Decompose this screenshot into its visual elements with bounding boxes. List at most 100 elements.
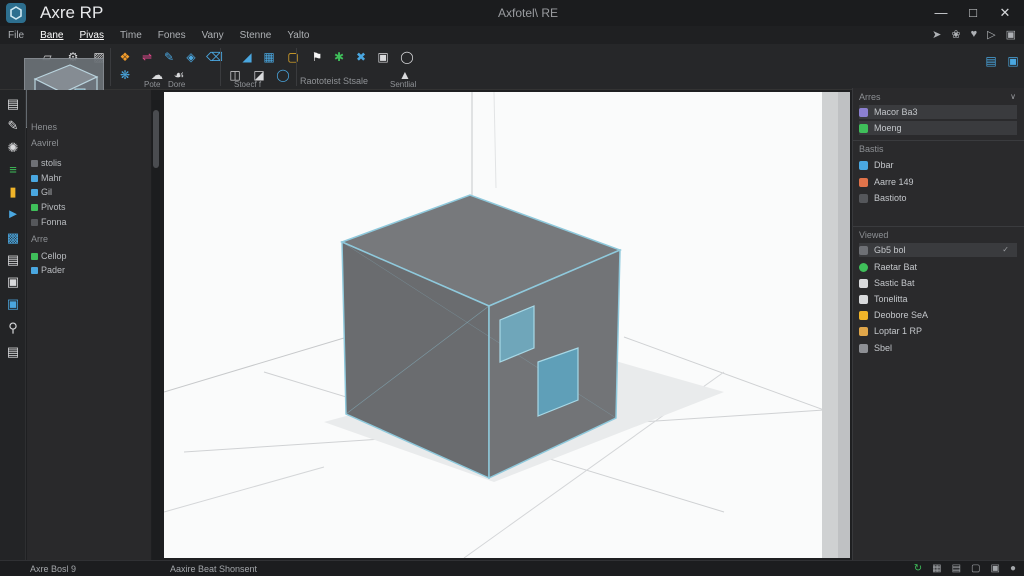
zoom-icon[interactable]: ▢ <box>971 563 980 574</box>
text-icon[interactable]: ⌫ <box>206 50 223 64</box>
grid-icon[interactable]: ▦ <box>932 563 941 574</box>
right-item-label: Raetar Bat <box>874 262 918 272</box>
monitor-icon[interactable]: ▣ <box>5 296 21 312</box>
menu-right-tools: ➤ ❀ ♥ ▷ ▣ <box>932 28 1016 41</box>
layers-icon[interactable]: ≡ <box>5 162 21 178</box>
widget-icon[interactable]: ▮ <box>5 184 21 200</box>
right-item-raetar[interactable]: Raetar Bat <box>859 260 1017 274</box>
right-item-sbel[interactable]: Sbel <box>859 341 1017 355</box>
gear-icon[interactable]: ✱ <box>332 50 346 64</box>
menu-time[interactable]: Time <box>112 30 150 41</box>
toolbar-right-icon-1[interactable]: ▤ <box>984 54 998 68</box>
right-item-moeng[interactable]: Moeng <box>859 121 1017 135</box>
snap-icon[interactable]: ▤ <box>952 563 961 574</box>
right-item-tonelitta[interactable]: Tonelitta <box>859 292 1017 306</box>
left-item-stolis[interactable]: stolis <box>31 158 62 168</box>
toolbar-separator <box>220 48 221 86</box>
library-rail-icon[interactable]: ▤ <box>5 344 21 360</box>
sparkle-icon[interactable]: ❋ <box>118 68 132 82</box>
close-shape-icon[interactable]: ✖ <box>354 50 368 64</box>
image-icon[interactable]: ▦ <box>262 50 276 64</box>
right-item-sastic[interactable]: Sastic Bat <box>859 276 1017 290</box>
toolbar-right-icon-2[interactable]: ▣ <box>1006 54 1020 68</box>
check-icon: ✓ <box>1002 245 1009 254</box>
right-item-macor[interactable]: Macor Ba3 <box>859 105 1017 119</box>
divider <box>853 140 1024 141</box>
shape-icon[interactable]: ◈ <box>184 50 198 64</box>
right-heading-bastis: Bastis <box>859 144 884 154</box>
left-item-label: Gil <box>41 187 52 197</box>
right-item-label: Tonelitta <box>874 294 908 304</box>
left-item-pivots[interactable]: Pivots <box>31 202 66 212</box>
badge-icon[interactable]: ◯ <box>276 68 290 82</box>
menu-pivas[interactable]: Pivas <box>71 30 111 41</box>
interaction-icon[interactable]: ► <box>5 206 21 222</box>
minimize-icon[interactable]: — <box>932 4 950 22</box>
panel-icon[interactable]: ▤ <box>5 252 21 268</box>
help-icon[interactable]: ● <box>1010 563 1016 574</box>
settings-icon[interactable]: ❀ <box>951 28 960 41</box>
left-item-mahr[interactable]: Mahr <box>31 173 62 183</box>
left-item-gil[interactable]: Gil <box>31 187 52 197</box>
right-item-gb5[interactable]: Gb5 bol ✓ <box>859 243 1017 257</box>
sync-icon[interactable]: ↻ <box>914 563 922 574</box>
right-item-dbar[interactable]: Dbar <box>859 158 1017 172</box>
divider <box>853 226 1024 227</box>
right-item-label: Sbel <box>874 343 893 353</box>
left-item-pader[interactable]: Pader <box>31 265 65 275</box>
right-item-aarre[interactable]: Aarre 149 <box>859 175 1017 189</box>
design-canvas[interactable] <box>164 92 822 558</box>
close-icon[interactable]: ✕ <box>996 4 1014 22</box>
item-swatch <box>859 343 868 353</box>
item-swatch <box>859 278 868 288</box>
search-icon[interactable]: ⚲ <box>5 320 21 336</box>
notification-icon[interactable]: ▣ <box>991 563 1000 574</box>
master-icon[interactable]: ▣ <box>5 274 21 290</box>
scrollbar-thumb[interactable] <box>153 110 159 168</box>
item-swatch <box>859 193 868 203</box>
edit-icon[interactable]: ✎ <box>5 118 21 134</box>
item-icon <box>31 159 38 167</box>
menu-vany[interactable]: Vany <box>194 30 232 41</box>
chart-icon[interactable]: ▩ <box>5 230 21 246</box>
left-item-fonna[interactable]: Fonna <box>31 217 67 227</box>
item-swatch <box>859 107 868 117</box>
right-heading-viewed: Viewed <box>859 230 889 240</box>
menu-stenne[interactable]: Stenne <box>232 30 280 41</box>
menu-file[interactable]: File <box>0 30 32 41</box>
right-item-deobore[interactable]: Deobore SeA <box>859 308 1017 322</box>
menu-bane[interactable]: Bane <box>32 30 71 41</box>
comment-icon[interactable]: ◯ <box>400 50 414 64</box>
heart-icon[interactable]: ♥ <box>971 28 978 41</box>
pen-icon[interactable]: ✎ <box>162 50 176 64</box>
link-icon[interactable]: ⇌ <box>140 50 154 64</box>
share-icon[interactable]: ➤ <box>932 28 941 41</box>
folder-icon[interactable]: ▢ <box>286 50 300 64</box>
right-item-label: Loptar 1 RP <box>874 326 923 336</box>
library-icon[interactable]: ▣ <box>376 50 390 64</box>
canvas-scrollbar[interactable] <box>838 92 850 558</box>
left-panel-scrollbar[interactable] <box>152 100 160 560</box>
chevron-down-icon[interactable]: ∨ <box>1010 92 1016 101</box>
menu-bar: File Bane Pivas Time Fones Vany Stenne Y… <box>0 26 1024 44</box>
maximize-icon[interactable]: □ <box>964 4 982 22</box>
toolbar-label-raototeist: Raototeist Stsale <box>300 76 369 86</box>
item-swatch <box>859 123 868 133</box>
publish-icon[interactable]: ▣ <box>1006 28 1016 41</box>
right-item-label: Moeng <box>874 123 902 133</box>
pages-icon[interactable]: ▤ <box>5 96 21 112</box>
preview-icon[interactable]: ▷ <box>987 28 995 41</box>
canvas-scene <box>164 92 822 558</box>
status-bar: Axre Bosl 9 Aaxire Beat Shonsent ↻ ▦ ▤ ▢… <box>0 560 1024 576</box>
align-left-icon[interactable]: ◢ <box>240 50 254 64</box>
left-item-cellop[interactable]: Cellop <box>31 251 67 261</box>
right-item-label: Dbar <box>874 160 894 170</box>
right-item-bastioto[interactable]: Bastioto <box>859 191 1017 205</box>
right-item-loptar[interactable]: Loptar 1 RP <box>859 324 1017 338</box>
guide-line <box>493 92 497 189</box>
menu-yalto[interactable]: Yalto <box>279 30 317 41</box>
tools-icon[interactable]: ✺ <box>5 140 21 156</box>
flag-icon[interactable]: ⚑ <box>310 50 324 64</box>
menu-fones[interactable]: Fones <box>150 30 194 41</box>
hand-icon[interactable]: ❖ <box>118 50 132 64</box>
